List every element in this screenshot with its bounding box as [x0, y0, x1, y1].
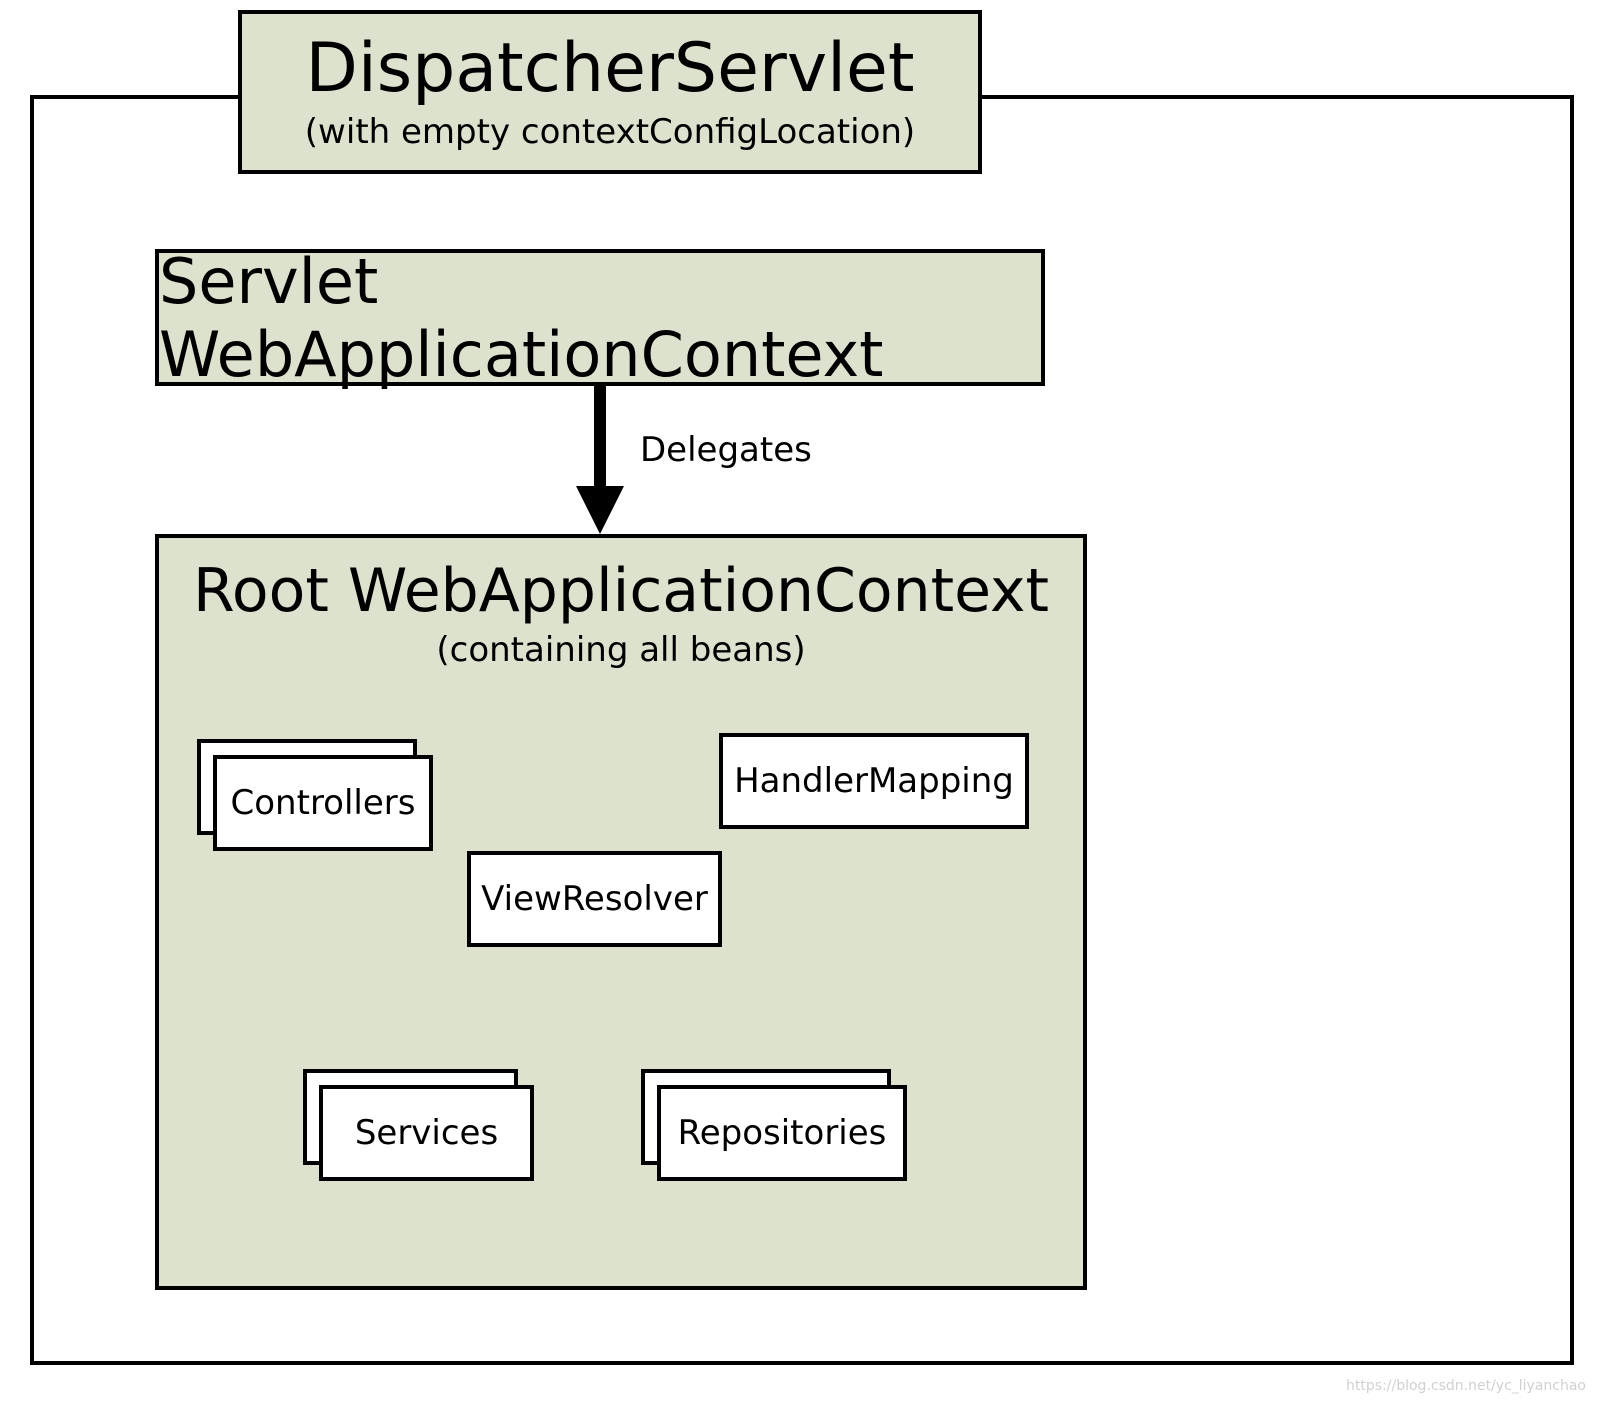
delegates-arrow: [560, 386, 640, 534]
view-resolver-box: ViewResolver: [467, 851, 722, 947]
view-resolver-label: ViewResolver: [481, 879, 708, 919]
watermark: https://blog.csdn.net/yc_liyanchao: [1346, 1378, 1586, 1394]
services-box: Services: [319, 1085, 534, 1181]
dispatcher-subtitle: (with empty contextConfigLocation): [305, 112, 915, 152]
root-context-title: Root WebApplicationContext: [159, 556, 1083, 626]
delegates-label: Delegates: [640, 430, 812, 470]
repositories-box: Repositories: [657, 1085, 907, 1181]
root-context-box: Root WebApplicationContext (containing a…: [155, 534, 1087, 1290]
handler-mapping-label: HandlerMapping: [734, 761, 1014, 801]
dispatcher-title: DispatcherServlet: [305, 32, 914, 107]
servlet-context-box: Servlet WebApplicationContext: [155, 249, 1045, 386]
root-context-subtitle: (containing all beans): [159, 630, 1083, 670]
controllers-label: Controllers: [213, 755, 433, 851]
dispatcher-servlet-box: DispatcherServlet (with empty contextCon…: [238, 10, 982, 174]
services-label: Services: [319, 1085, 534, 1181]
repositories-label: Repositories: [657, 1085, 907, 1181]
handler-mapping-box: HandlerMapping: [719, 733, 1029, 829]
servlet-context-title: Servlet WebApplicationContext: [159, 245, 1041, 391]
controllers-box: Controllers: [213, 755, 433, 851]
